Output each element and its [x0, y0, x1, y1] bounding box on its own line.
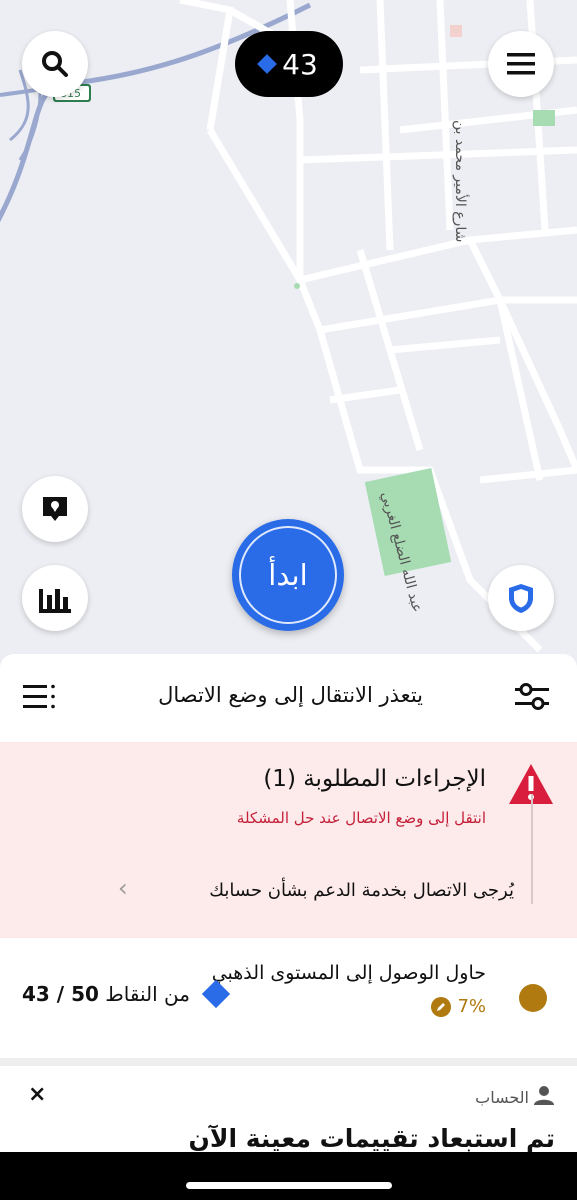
map-pin-chat-icon: [43, 497, 67, 521]
go-button-ring: ابدأ: [239, 526, 337, 624]
level-progress-percent: 7%: [457, 996, 486, 1017]
chevron-left-icon[interactable]: ‹: [118, 874, 128, 902]
card-category-label: الحساب: [475, 1088, 529, 1107]
points-progress-text: 43 / 50 من النقاط: [22, 982, 190, 1006]
diamond-icon: [257, 54, 278, 74]
alert-subtitle: انتقل إلى وضع الاتصال عند حل المشكلة: [236, 809, 486, 827]
gold-tier-icon: [519, 984, 547, 1012]
pencil-badge-icon: [431, 996, 452, 1017]
hamburger-menu-icon: [507, 53, 535, 75]
safety-button[interactable]: [488, 565, 554, 631]
contact-support-link[interactable]: يُرجى الاتصال بخدمة الدعم بشأن حسابك: [209, 880, 514, 901]
go-online-button[interactable]: ابدأ: [232, 519, 344, 631]
list-icon: [23, 684, 55, 709]
sliders-icon: [515, 683, 549, 710]
preferences-button[interactable]: [512, 680, 552, 714]
points-separator: /: [49, 982, 72, 1006]
points-unit: من النقاط: [105, 982, 190, 1006]
bar-chart-icon: [39, 589, 71, 613]
points-badge[interactable]: 43: [235, 31, 343, 97]
points-current: 43: [22, 982, 50, 1006]
go-button-label: ابدأ: [268, 558, 308, 592]
home-indicator-bar: [0, 1152, 577, 1200]
person-icon: [534, 1086, 554, 1105]
required-actions-alert[interactable]: الإجراءات المطلوبة (1) انتقل إلى وضع الا…: [0, 742, 577, 938]
search-button[interactable]: [22, 31, 88, 97]
alert-title: الإجراءات المطلوبة (1): [263, 766, 486, 792]
section-divider: [0, 1058, 577, 1066]
earnings-chart-button[interactable]: [22, 565, 88, 631]
level-progress: 7%: [431, 996, 486, 1017]
level-goal-title: حاول الوصول إلى المستوى الذهبي: [211, 962, 486, 984]
bottom-sheet[interactable]: يتعذر الانتقال إلى وضع الاتصال الإجراءات…: [0, 654, 577, 1200]
status-header: يتعذر الانتقال إلى وضع الاتصال: [0, 654, 577, 742]
connection-status-text: يتعذر الانتقال إلى وضع الاتصال: [158, 683, 423, 707]
home-indicator[interactable]: [186, 1182, 392, 1189]
card-headline: تم استبعاد تقييمات معينة الآن: [188, 1124, 555, 1153]
shield-icon: [509, 584, 533, 613]
alert-divider: [531, 794, 533, 904]
location-report-button[interactable]: [22, 476, 88, 542]
points-progress: 43 / 50 من النقاط: [22, 979, 231, 1009]
diamond-icon: [201, 979, 231, 1009]
search-icon: [42, 51, 68, 77]
list-button[interactable]: [20, 680, 60, 714]
gold-level-progress[interactable]: حاول الوصول إلى المستوى الذهبي 7% 43 / 5…: [0, 938, 577, 1058]
close-icon[interactable]: ×: [28, 1082, 46, 1107]
points-value: 43: [282, 47, 318, 81]
points-goal: 50: [71, 982, 99, 1006]
street-label-east: شارع الأمير محمد بن: [452, 120, 468, 243]
menu-button[interactable]: [488, 31, 554, 97]
